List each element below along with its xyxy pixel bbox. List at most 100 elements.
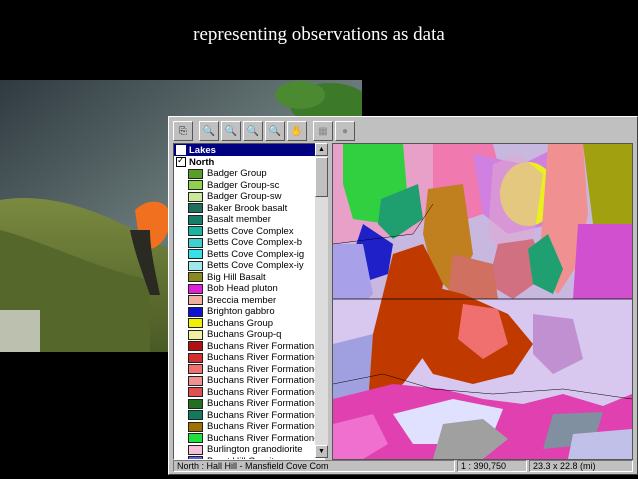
legend-item-label: Badger Group-sw (207, 191, 282, 203)
zoom-full-icon: 🔍 (268, 125, 282, 137)
legend-item-label: Buchans Group-q (207, 329, 282, 341)
identify-button[interactable]: ▦ (313, 121, 333, 141)
legend-swatch (188, 329, 203, 340)
legend-item-label: Betts Cove Complex-ig (207, 248, 305, 260)
legend-item-label: Buchans River Formation-vd (207, 409, 325, 421)
legend-swatch (188, 283, 203, 294)
legend-item[interactable]: Buchans River Formation-vdt (174, 421, 324, 433)
query-icon: ● (341, 125, 349, 137)
legend-item-label: Buchans River Formation-vdt (207, 421, 325, 433)
legend-swatch (188, 387, 203, 398)
legend-item-label: Badger Group (207, 168, 267, 180)
legend-swatch (188, 260, 203, 271)
legend-item-label: Buchans River Formation-v... (207, 432, 325, 444)
legend-item-label: Badger Group-sc (207, 179, 280, 191)
legend-scrollbar[interactable]: ▲ ▼ (315, 143, 328, 458)
legend-swatch (188, 214, 203, 225)
query-button[interactable]: ● (335, 121, 355, 141)
legend-swatch (188, 203, 203, 214)
zoom-full-button[interactable]: 🔍 (265, 121, 285, 141)
legend-item-label: Betts Cove Complex-b (207, 237, 303, 249)
legend-swatch (188, 410, 203, 421)
legend-swatch (188, 352, 203, 363)
legend-item[interactable]: Buchans River Formation (174, 341, 324, 353)
legend-item[interactable]: Brighton gabbro (174, 306, 324, 318)
legend-item-label: Buchans River Formation-rs (207, 375, 325, 387)
scroll-thumb[interactable] (315, 157, 328, 197)
legend-item[interactable]: Buchans River Formation-rs (174, 375, 324, 387)
legend-item-label: Brighton gabbro (207, 306, 275, 318)
zoom-previous-icon: 🔍 (246, 125, 260, 137)
status-scale: 1 : 390,750 (457, 460, 527, 472)
legend-item[interactable]: Badger Group-sw (174, 191, 324, 203)
legend-item[interactable]: Buchans River Formation-rr (174, 364, 324, 376)
slide-title: representing observations as data (193, 24, 445, 45)
legend-item-label: Bob Head pluton (207, 283, 278, 295)
legend-items: Badger Group Badger Group-sc Badger Group-… (174, 168, 324, 459)
layer-north-checkbox[interactable] (176, 155, 186, 167)
legend-swatch (188, 433, 203, 444)
legend-item[interactable]: Betts Cove Complex (174, 226, 324, 238)
legend-swatch (188, 226, 203, 237)
legend-swatch (188, 306, 203, 317)
legend-item[interactable]: Breccia member (174, 295, 324, 307)
pan-button[interactable]: ✋ (287, 121, 307, 141)
zoom-in-icon: 🔍 (202, 125, 216, 137)
legend-item-label: Basalt member (207, 214, 271, 226)
layer-lakes-checkbox[interactable] (176, 145, 186, 155)
legend-item[interactable]: Buchans River Formation-vb (174, 398, 324, 410)
legend-item-label: Burlington granodiorite (207, 444, 303, 456)
legend-item[interactable]: Big Hill Basalt (174, 272, 324, 284)
legend-item[interactable]: Buchans River Formation-s (174, 387, 324, 399)
legend-swatch (188, 318, 203, 329)
legend-item[interactable]: Buchans Group (174, 318, 324, 330)
legend-item[interactable]: Basalt member (174, 214, 324, 226)
legend-swatch (188, 421, 203, 432)
zoom-out-icon: 🔍 (224, 125, 238, 137)
zoom-previous-button[interactable]: 🔍 (243, 121, 263, 141)
status-layer: North : Hall Hill - Mansfield Cove Com (173, 460, 455, 472)
legend-swatch (188, 364, 203, 375)
legend-item-label: Buchans River Formation-vb (207, 398, 325, 410)
legend-swatch (188, 398, 203, 409)
zoom-out-button[interactable]: 🔍 (221, 121, 241, 141)
legend-item[interactable]: Buchans River Formation-vd (174, 410, 324, 422)
legend-swatch (188, 168, 203, 179)
legend-item[interactable]: Buchans River Formation-v... (174, 433, 324, 445)
legend-item-label: Buchans River Formation-r (207, 352, 321, 364)
legend-item-label: Betts Cove Complex-iy (207, 260, 304, 272)
legend-item-label: Buchans River Formation-rr (207, 363, 324, 375)
legend-item[interactable]: Betts Cove Complex-b (174, 237, 324, 249)
legend-swatch (188, 237, 203, 248)
zoom-in-button[interactable]: 🔍 (199, 121, 219, 141)
scroll-up-button[interactable]: ▲ (315, 143, 328, 156)
legend-item[interactable]: Badger Group-sc (174, 180, 324, 192)
copy-button[interactable]: ⎘ (173, 121, 193, 141)
hand-icon: ✋ (290, 125, 304, 137)
legend-item[interactable]: Buchans River Formation-r (174, 352, 324, 364)
legend-item-label: Baker Brook basalt (207, 202, 288, 214)
scroll-down-button[interactable]: ▼ (315, 445, 328, 458)
legend-swatch (188, 272, 203, 283)
layer-north-label: North (189, 156, 215, 168)
layer-lakes[interactable]: Lakes (174, 144, 324, 156)
legend-item[interactable]: Betts Cove Complex-ig (174, 249, 324, 261)
legend-panel: Lakes North Badger GroupBadger Group-scB… (173, 143, 325, 460)
legend-item-label: Breccia member (207, 294, 277, 306)
legend-swatch (188, 180, 203, 191)
geologic-map[interactable] (332, 143, 633, 460)
legend-swatch (188, 341, 203, 352)
layer-north[interactable]: North (174, 155, 324, 168)
legend-item[interactable]: Baker Brook basalt (174, 203, 324, 215)
legend-item[interactable]: Bob Head pluton (174, 283, 324, 295)
legend-item[interactable]: Badger Group (174, 168, 324, 180)
legend-item[interactable]: Buchans Group-q (174, 329, 324, 341)
legend-item-label: Buchans River Formation (207, 340, 315, 352)
layer-lakes-label: Lakes (189, 144, 216, 156)
legend-item[interactable]: Betts Cove Complex-iy (174, 260, 324, 272)
legend-item-label: Big Hill Basalt (207, 271, 266, 283)
legend-item[interactable]: Burlington granodiorite (174, 444, 324, 456)
legend-item-label: Buchans Group (207, 317, 274, 329)
legend-swatch (188, 249, 203, 260)
legend-swatch (188, 375, 203, 386)
